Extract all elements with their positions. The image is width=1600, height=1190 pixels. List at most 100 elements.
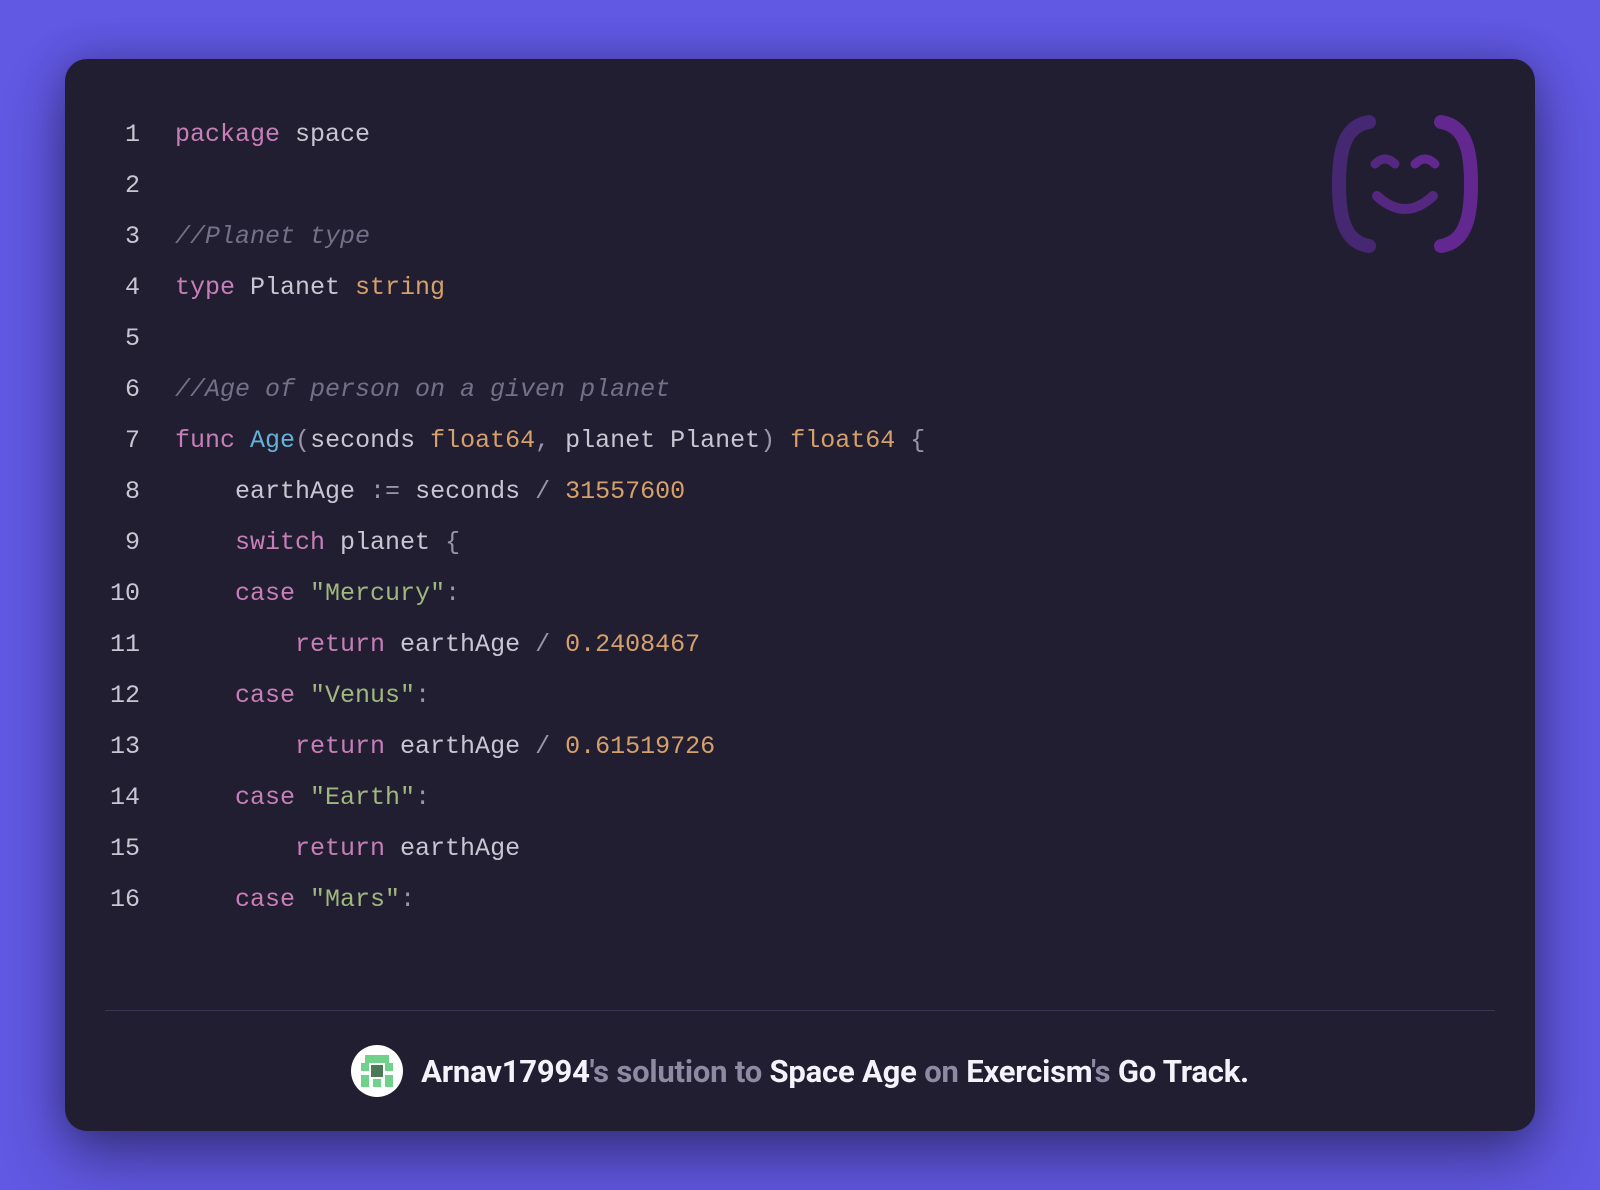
attribution-footer: Arnav17994's solution to Space Age on Ex… xyxy=(65,1011,1535,1131)
token-punct: : xyxy=(445,579,460,608)
code-content: func Age(seconds float64, planet Planet)… xyxy=(175,415,925,466)
platform-name: Exercism xyxy=(966,1053,1091,1090)
code-line: 1package space xyxy=(105,109,1495,160)
code-line: 6//Age of person on a given planet xyxy=(105,364,1495,415)
token-ident xyxy=(175,885,235,914)
platform-possessive: 's xyxy=(1091,1053,1118,1090)
code-content: return earthAge xyxy=(175,823,520,874)
code-line: 11 return earthAge / 0.2408467 xyxy=(105,619,1495,670)
line-number: 5 xyxy=(105,313,175,364)
line-number: 10 xyxy=(105,568,175,619)
token-num: 0.61519726 xyxy=(565,732,715,761)
username: Arnav17994 xyxy=(421,1053,590,1090)
code-content: //Planet type xyxy=(175,211,370,262)
token-kw: case xyxy=(235,579,295,608)
token-str: "Earth" xyxy=(310,783,415,812)
token-kw: case xyxy=(235,681,295,710)
token-punct: { xyxy=(895,426,925,455)
code-content: switch planet { xyxy=(175,517,460,568)
code-content: type Planet string xyxy=(175,262,445,313)
token-ident xyxy=(295,783,310,812)
token-kw: case xyxy=(235,783,295,812)
token-ident xyxy=(295,681,310,710)
token-kw: return xyxy=(295,834,385,863)
line-number: 15 xyxy=(105,823,175,874)
token-punct: ) xyxy=(760,426,790,455)
solution-to-label: solution to xyxy=(616,1053,769,1090)
line-number: 6 xyxy=(105,364,175,415)
code-line: 7func Age(seconds float64, planet Planet… xyxy=(105,415,1495,466)
code-line: 2 xyxy=(105,160,1495,211)
code-line: 4type Planet string xyxy=(105,262,1495,313)
token-kw: type xyxy=(175,273,235,302)
possessive: 's xyxy=(590,1053,617,1090)
attribution-text: Arnav17994's solution to Space Age on Ex… xyxy=(421,1053,1249,1090)
line-number: 3 xyxy=(105,211,175,262)
code-content: case "Mercury": xyxy=(175,568,460,619)
code-line: 15 return earthAge xyxy=(105,823,1495,874)
token-ident xyxy=(175,834,295,863)
code-card: 1package space23//Planet type4type Plane… xyxy=(65,59,1535,1131)
code-content: package space xyxy=(175,109,370,160)
code-line: 13 return earthAge / 0.61519726 xyxy=(105,721,1495,772)
token-ident: Planet xyxy=(235,273,355,302)
token-punct: : xyxy=(415,681,430,710)
token-type: string xyxy=(355,273,445,302)
line-number: 12 xyxy=(105,670,175,721)
token-ident xyxy=(175,783,235,812)
token-kw: func xyxy=(175,426,235,455)
code-content: case "Venus": xyxy=(175,670,430,721)
token-ident: seconds xyxy=(310,426,430,455)
token-kw: return xyxy=(295,630,385,659)
token-punct: : xyxy=(400,885,415,914)
token-comment: //Planet type xyxy=(175,222,370,251)
token-punct: := xyxy=(370,477,400,506)
track-name: Go Track. xyxy=(1118,1053,1249,1090)
code-line: 16 case "Mars": xyxy=(105,874,1495,925)
token-ident xyxy=(235,426,250,455)
token-punct: { xyxy=(445,528,460,557)
line-number: 2 xyxy=(105,160,175,211)
token-str: "Mercury" xyxy=(310,579,445,608)
token-ident xyxy=(550,732,565,761)
token-ident xyxy=(175,732,295,761)
token-kw: switch xyxy=(235,528,325,557)
token-ident: earthAge xyxy=(175,477,370,506)
token-punct: / xyxy=(535,477,550,506)
code-content: //Age of person on a given planet xyxy=(175,364,670,415)
line-number: 9 xyxy=(105,517,175,568)
token-type: float64 xyxy=(790,426,895,455)
token-ident xyxy=(295,885,310,914)
line-number: 16 xyxy=(105,874,175,925)
token-ident: seconds xyxy=(400,477,535,506)
code-content: earthAge := seconds / 31557600 xyxy=(175,466,685,517)
token-punct: ( xyxy=(295,426,310,455)
code-line: 8 earthAge := seconds / 31557600 xyxy=(105,466,1495,517)
exercise-name: Space Age xyxy=(770,1053,917,1090)
token-num: 31557600 xyxy=(565,477,685,506)
token-kw: package xyxy=(175,120,280,149)
token-str: "Mars" xyxy=(310,885,400,914)
token-punct: / xyxy=(535,732,550,761)
token-punct: , xyxy=(535,426,550,455)
token-type: float64 xyxy=(430,426,535,455)
token-ident: earthAge xyxy=(385,834,520,863)
token-kw: case xyxy=(235,885,295,914)
token-ident xyxy=(550,630,565,659)
code-line: 9 switch planet { xyxy=(105,517,1495,568)
code-content: return earthAge / 0.2408467 xyxy=(175,619,700,670)
token-kw: return xyxy=(295,732,385,761)
token-ident xyxy=(550,477,565,506)
line-number: 11 xyxy=(105,619,175,670)
token-ident: space xyxy=(280,120,370,149)
code-line: 12 case "Venus": xyxy=(105,670,1495,721)
line-number: 14 xyxy=(105,772,175,823)
token-comment: //Age of person on a given planet xyxy=(175,375,670,404)
code-content: case "Mars": xyxy=(175,874,415,925)
token-ident xyxy=(175,681,235,710)
line-number: 1 xyxy=(105,109,175,160)
token-ident xyxy=(175,630,295,659)
token-punct: / xyxy=(535,630,550,659)
code-line: 3//Planet type xyxy=(105,211,1495,262)
line-number: 13 xyxy=(105,721,175,772)
